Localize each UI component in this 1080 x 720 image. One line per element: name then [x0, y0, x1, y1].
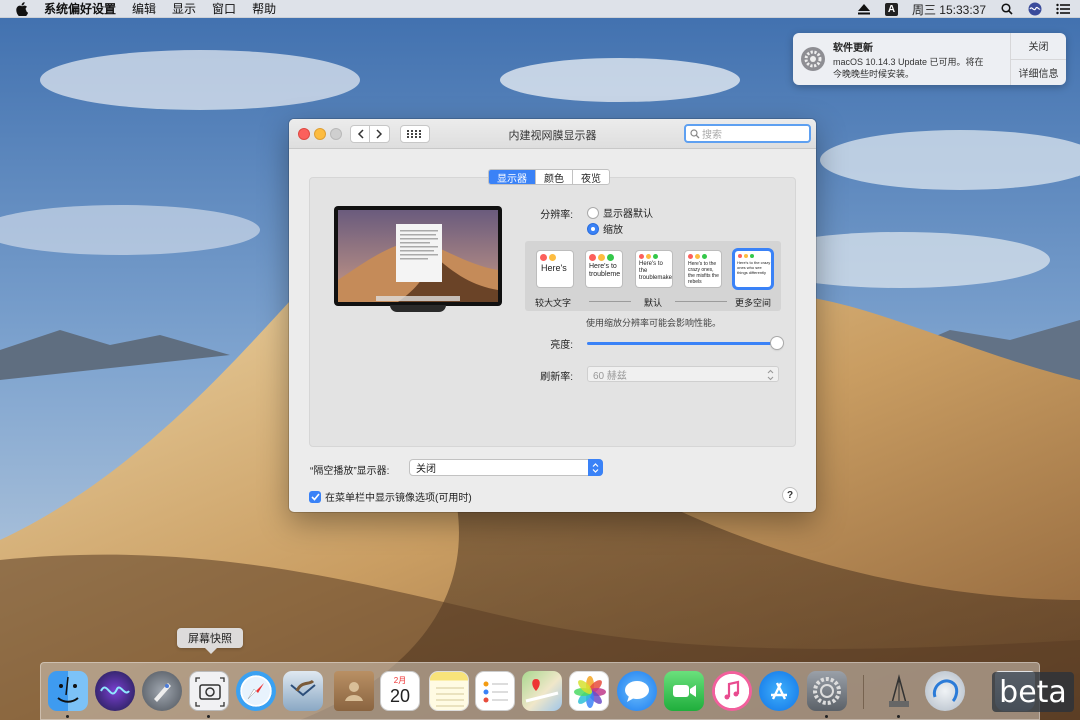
search-placeholder: 搜索	[702, 130, 722, 141]
scale-options: Here's Here's to troubleme Here's to the…	[525, 241, 781, 311]
utility-app-icon[interactable]	[879, 671, 919, 711]
mirror-options-checkbox[interactable]	[309, 490, 321, 503]
scale-larger-text-label: 较大文字	[535, 298, 572, 308]
messages-icon[interactable]	[617, 671, 657, 711]
airplay-display-label: “隔空播放”显示器:	[310, 466, 390, 477]
menu-help[interactable]: 帮助	[252, 0, 276, 17]
help-button[interactable]: ?	[782, 487, 798, 503]
refresh-rate-select: 60 赫兹	[587, 366, 779, 382]
reminders-icon[interactable]	[475, 671, 515, 711]
brightness-label: 亮度:	[550, 340, 573, 351]
dock: 2月 20	[40, 662, 1040, 720]
updown-chevron-icon	[588, 459, 603, 476]
notes-icon[interactable]	[429, 671, 469, 711]
search-input[interactable]: 搜索	[684, 124, 811, 143]
facetime-icon[interactable]	[664, 671, 704, 711]
airplay-display-value: 关闭	[416, 464, 436, 475]
contacts-icon[interactable]	[334, 671, 374, 711]
finder-icon[interactable]	[48, 671, 88, 711]
display-preferences-window: 内建视网膜显示器 搜索 显示器 颜色 夜览 分辨率: 显示器默认 缩放 Here…	[289, 119, 816, 512]
photos-icon[interactable]	[569, 671, 609, 711]
airplay-display-select[interactable]: 关闭	[409, 459, 603, 476]
notification-text: macOS 10.14.3 Update 已可用。将在今晚晚些时候安装。	[833, 57, 984, 79]
scale-performance-note: 使用缩放分辨率可能会影响性能。	[586, 318, 722, 328]
menu-window[interactable]: 窗口	[212, 0, 236, 17]
scale-option-2[interactable]: Here's to troubleme	[586, 251, 622, 287]
safari-icon[interactable]	[236, 671, 276, 711]
notification-close-button[interactable]: 关闭	[1011, 33, 1066, 60]
scale-more-space-label: 更多空间	[735, 298, 772, 308]
mirror-options-checkbox-row[interactable]: 在菜单栏中显示镜像选项(可用时)	[309, 489, 472, 504]
updown-chevron-icon	[767, 367, 774, 385]
menu-app-name[interactable]: 系统偏好设置	[44, 0, 116, 17]
app-store-icon[interactable]	[759, 671, 799, 711]
resolution-label: 分辨率:	[540, 210, 573, 221]
dock-separator	[863, 675, 864, 709]
notification-details-button[interactable]: 详细信息	[1011, 60, 1066, 86]
apple-menu-icon[interactable]	[14, 1, 30, 17]
tab-display[interactable]: 显示器	[489, 170, 536, 184]
software-update-notification[interactable]: 软件更新 macOS 10.14.3 Update 已可用。将在今晚晚些时候安装…	[793, 33, 1066, 85]
scale-option-more-space[interactable]: Here's to the crazy ones who see things …	[735, 251, 771, 287]
airdrop-icon[interactable]	[925, 671, 965, 711]
menu-view[interactable]: 显示	[172, 0, 196, 17]
tab-bar: 显示器 颜色 夜览	[488, 169, 610, 185]
input-method-icon[interactable]: A	[884, 2, 898, 16]
refresh-rate-label: 刷新率:	[540, 372, 573, 383]
dock-tooltip: 屏幕快照	[177, 628, 243, 654]
tab-night-shift[interactable]: 夜览	[573, 170, 609, 185]
window-titlebar[interactable]: 内建视网膜显示器 搜索	[289, 119, 816, 149]
resolution-scaled-label: 缩放	[603, 225, 623, 236]
mail-icon[interactable]	[283, 671, 323, 711]
scale-option-larger-text[interactable]: Here's	[537, 251, 573, 287]
refresh-rate-value: 60 赫兹	[593, 370, 627, 382]
menu-edit[interactable]: 编辑	[132, 0, 156, 17]
beta-watermark: beta	[992, 672, 1074, 712]
eject-icon[interactable]	[857, 2, 871, 16]
checkmark-icon	[310, 492, 320, 501]
brightness-slider[interactable]	[587, 337, 783, 349]
search-icon	[690, 128, 700, 138]
gear-icon	[801, 47, 825, 71]
siri-app-icon[interactable]	[95, 671, 135, 711]
notification-center-icon[interactable]	[1056, 2, 1070, 16]
itunes-icon[interactable]	[712, 671, 752, 711]
resolution-scaled-radio[interactable]: 缩放	[587, 221, 623, 236]
display-preview	[334, 206, 502, 312]
screenshot-icon[interactable]	[189, 671, 229, 711]
calendar-icon[interactable]: 2月 20	[380, 671, 420, 711]
scale-option-4[interactable]: Here's to the crazy ones, the misfits th…	[685, 251, 721, 287]
launchpad-icon[interactable]	[142, 671, 182, 711]
resolution-default-label: 显示器默认	[603, 209, 653, 220]
system-preferences-icon[interactable]	[807, 671, 847, 711]
maps-icon[interactable]	[522, 671, 562, 711]
notification-title: 软件更新	[833, 43, 873, 54]
siri-icon[interactable]	[1028, 2, 1042, 16]
scale-default-label: 默认	[644, 298, 663, 308]
scale-option-default[interactable]: Here's to the troublemakers	[636, 251, 672, 287]
brightness-slider-knob[interactable]	[771, 337, 783, 349]
mirror-options-label: 在菜单栏中显示镜像选项(可用时)	[325, 493, 472, 504]
menu-clock[interactable]: 周三 15:33:37	[912, 1, 986, 18]
tab-color[interactable]: 颜色	[536, 170, 573, 184]
spotlight-search-icon[interactable]	[1000, 2, 1014, 16]
resolution-default-radio[interactable]: 显示器默认	[587, 205, 653, 220]
menu-bar: 系统偏好设置 编辑 显示 窗口 帮助 A 周三 15:33:37	[0, 0, 1080, 18]
